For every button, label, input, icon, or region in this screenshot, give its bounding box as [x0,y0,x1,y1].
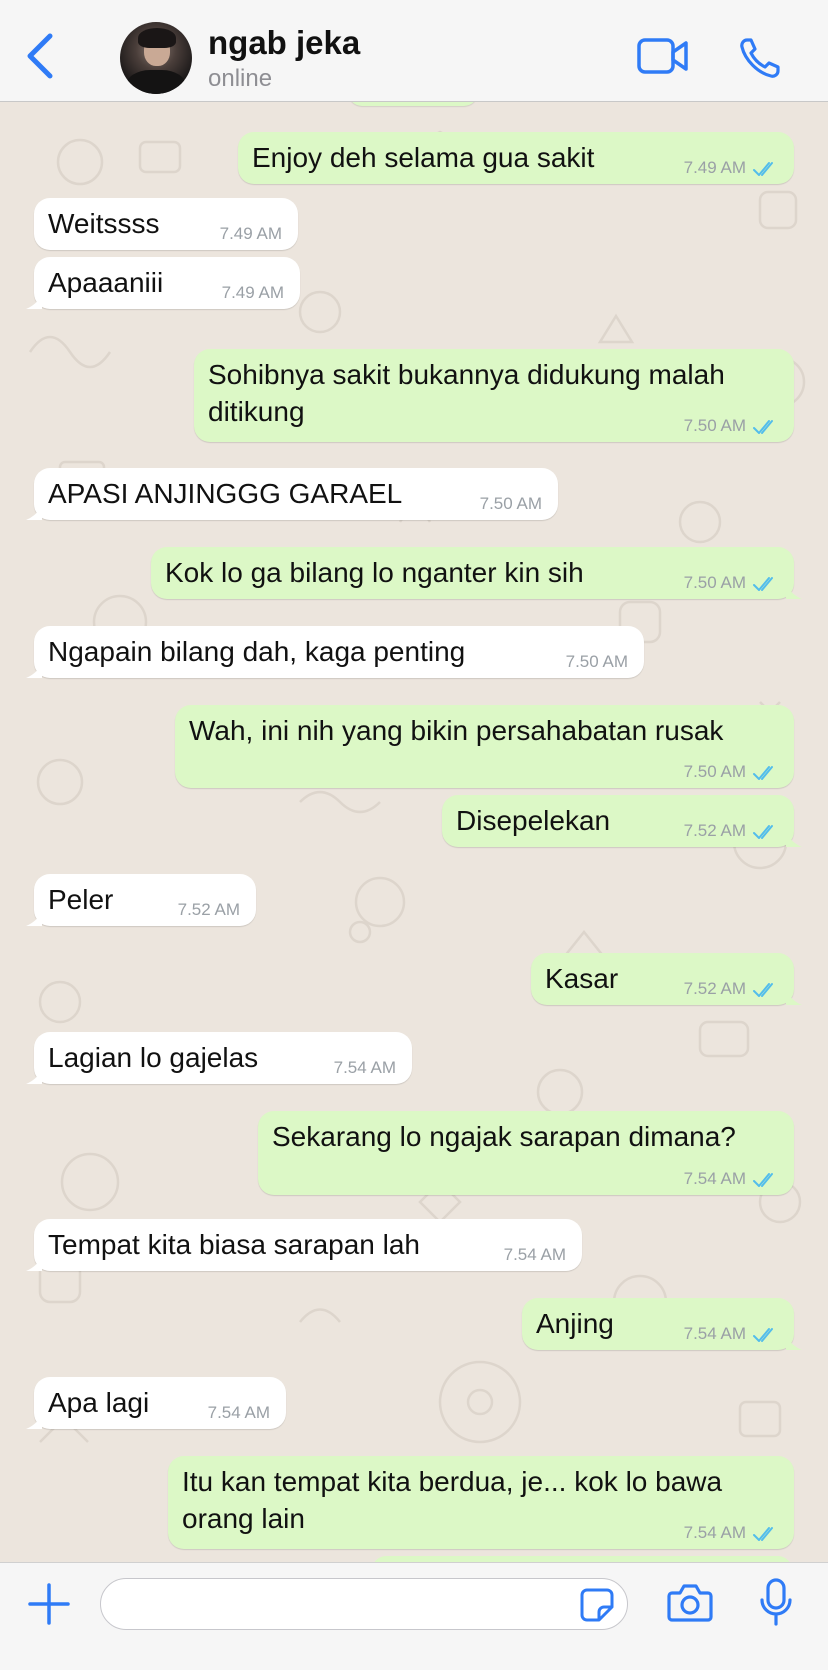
message-time: 7.50 AM [683,416,746,435]
message-text: Kok lo ga bilang lo nganter kin sih [165,557,584,588]
double-check-icon [753,420,773,434]
bubble-tail [786,991,802,1005]
message-text-line-2: orang lain [182,1503,305,1534]
message-text: Weitssss [48,208,160,239]
message-time: 7.52 AM [683,979,746,998]
voice-call-button[interactable] [738,36,782,85]
avatar[interactable] [120,22,192,94]
message-text: Lagian lo gajelas [48,1042,259,1073]
double-check-icon [753,983,773,997]
message-text: Apaaaniii [48,267,164,298]
message-bubble-outgoing[interactable]: Sekarang lo ngajak sarapan dimana? 7.54 … [258,1111,794,1195]
bubble-tail [26,295,42,309]
message-bubble-incoming[interactable]: Apaaaniii 7.49 AM [26,257,300,309]
message-text: Wah, ini nih yang bikin persahabatan rus… [189,715,724,746]
message-time: 7.52 AM [177,900,240,919]
message-input[interactable] [100,1578,628,1630]
message-text: Enjoy deh selama gua sakit [252,142,595,173]
message-bubble-incoming[interactable]: Peler 7.52 AM [26,874,256,926]
message-time: 7.52 AM [683,821,746,840]
message-bubble-outgoing[interactable]: Wah, ini nih yang bikin persahabatan rus… [175,705,794,788]
message-time: 7.50 AM [565,652,628,671]
camera-icon [667,1584,713,1622]
message-bubble-outgoing[interactable]: Anjing 7.54 AM [522,1298,802,1350]
message-time: 7.54 AM [333,1058,396,1077]
video-call-button[interactable] [636,36,690,81]
video-call-icon [637,38,688,74]
message-time: 7.54 AM [683,1324,746,1343]
message-text: Itu kan tempat kita berdua, je... kok lo… [182,1466,723,1497]
double-check-icon [753,766,773,780]
message-time: 7.54 AM [683,1169,746,1188]
double-check-icon [753,1173,773,1187]
message-bubble-incoming[interactable]: Weitssss 7.49 AM [34,198,298,250]
message-bubble-outgoing[interactable]: Disepelekan 7.52 AM [442,795,802,847]
message-text: Sekarang lo ngajak sarapan dimana? [272,1121,736,1152]
bubble-tail [26,912,42,926]
message-time: 7.54 AM [683,1523,746,1542]
message-time: 7.54 AM [503,1245,566,1264]
message-bubble-incoming[interactable]: APASI ANJINGGG GARAEL 7.50 AM [26,468,558,520]
previous-message-bubble [348,102,478,106]
message-bubble-outgoing[interactable]: Kok lo ga bilang lo nganter kin sih 7.50… [151,547,802,599]
message-text: Apa lagi [48,1387,150,1418]
message-bubble-incoming[interactable]: Tempat kita biasa sarapan lah 7.54 AM [26,1219,582,1271]
message-text: Peler [48,884,114,915]
bubble-tail [786,585,802,599]
chat-header: ngab jeka online [0,0,828,102]
message-text-line-2: ditikung [208,396,305,427]
camera-button[interactable] [666,1581,714,1630]
double-check-icon [753,1328,773,1342]
bubble-tail [786,833,802,847]
message-bubble-outgoing[interactable]: Sohibnya sakit bukannya didukung malah d… [194,349,794,442]
message-text: Tempat kita biasa sarapan lah [48,1229,420,1260]
bubble-tail [26,1257,42,1271]
message-time: 7.50 AM [683,762,746,781]
message-text: Anjing [536,1308,614,1339]
back-button[interactable] [22,30,62,80]
message-bubble-incoming[interactable]: Ngapain bilang dah, kaga penting 7.50 AM [26,626,644,678]
chevron-left-icon [27,33,53,79]
bubble-tail [26,1415,42,1429]
phone-icon [740,38,780,78]
chat-area[interactable]: Enjoy deh selama gua sakit 7.49 AM Weits… [0,102,828,1562]
bubble-tail [786,1336,802,1350]
attach-button[interactable] [26,1581,72,1632]
contact-status: online [208,65,273,92]
microphone-icon [760,1578,792,1626]
message-text: Disepelekan [456,805,611,836]
composer-bar [0,1562,828,1670]
message-bubble-outgoing[interactable]: Enjoy deh selama gua sakit 7.49 AM [238,132,794,184]
sticker-button[interactable] [579,1587,615,1628]
sticker-icon [580,1588,614,1622]
bubble-tail [26,506,42,520]
message-bubble-outgoing[interactable]: Itu kan tempat kita berdua, je... kok lo… [168,1456,794,1549]
message-time: 7.49 AM [221,283,284,302]
bubble-tail [26,664,42,678]
message-bubble-incoming[interactable]: Lagian lo gajelas 7.54 AM [26,1032,412,1084]
double-check-icon [753,577,773,591]
contact-name[interactable]: ngab jeka [208,24,360,62]
voice-note-button[interactable] [758,1577,794,1632]
message-text: APASI ANJINGGG GARAEL [48,478,403,509]
message-time: 7.50 AM [683,573,746,592]
double-check-icon [753,162,773,176]
plus-icon [28,1583,70,1625]
bubble-tail [26,1070,42,1084]
message-time: 7.49 AM [219,224,282,243]
double-check-icon [753,1527,773,1541]
message-bubble-incoming[interactable]: Apa lagi 7.54 AM [26,1377,286,1429]
message-text: Ngapain bilang dah, kaga penting [48,636,466,667]
message-time: 7.54 AM [207,1403,270,1422]
double-check-icon [753,825,773,839]
message-bubble-outgoing[interactable]: Kasar 7.52 AM [531,953,802,1005]
message-text: Kasar [545,963,619,994]
message-time: 7.50 AM [479,494,542,513]
message-time: 7.49 AM [683,158,746,177]
message-text: Sohibnya sakit bukannya didukung malah [208,359,725,390]
